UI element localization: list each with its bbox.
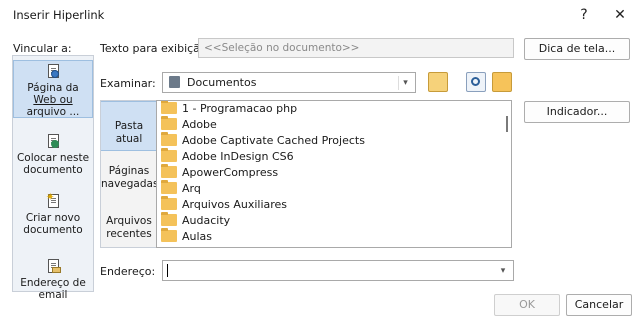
magnifier-icon bbox=[471, 77, 480, 86]
folder-icon bbox=[161, 101, 177, 114]
browse-web-icon[interactable] bbox=[466, 72, 486, 92]
tab-browsed-pages-line1: Páginas bbox=[108, 165, 150, 177]
link-to-email-address[interactable]: Endereço de email bbox=[13, 259, 93, 305]
list-item[interactable]: Arq bbox=[161, 180, 201, 197]
folder-icon bbox=[161, 180, 177, 194]
chevron-down-icon[interactable]: ▾ bbox=[496, 264, 510, 278]
link-to-place-in-document[interactable]: Colocar neste documento bbox=[13, 134, 93, 178]
display-text-label: Texto para exibição: bbox=[100, 42, 211, 55]
file-name: Arquivos Auxiliares bbox=[182, 198, 288, 211]
link-to-place-line1: Colocar neste bbox=[16, 152, 90, 164]
link-to-panel: Página da Web ou arquivo ... Colocar nes… bbox=[12, 55, 94, 301]
file-name: Aulas bbox=[182, 230, 213, 243]
web-page-icon bbox=[46, 64, 60, 80]
display-text-value: <<Seleção no documento>> bbox=[204, 42, 360, 54]
look-in-value: Documentos bbox=[187, 76, 257, 89]
display-text-field[interactable]: <<Seleção no documento>> bbox=[198, 38, 514, 58]
file-name: Adobe bbox=[182, 118, 217, 131]
up-folder-icon[interactable] bbox=[428, 72, 448, 92]
folder-icon bbox=[161, 196, 177, 210]
list-item[interactable]: Adobe InDesign CS6 bbox=[161, 148, 294, 165]
cancel-button[interactable]: Cancelar bbox=[566, 294, 632, 316]
bookmark-button[interactable]: Indicador... bbox=[524, 101, 630, 123]
link-to-new-line2: documento bbox=[23, 224, 83, 236]
file-list[interactable]: 1 - Programacao php Adobe Adobe Captivat… bbox=[156, 100, 512, 248]
file-list-scrollbar[interactable] bbox=[506, 116, 508, 132]
link-to-web-line3: arquivo ... bbox=[26, 106, 80, 118]
file-name: ApowerCompress bbox=[182, 166, 279, 179]
address-label: Endereço: bbox=[100, 265, 156, 278]
tab-recent-files[interactable]: Arquivos recentes bbox=[101, 209, 157, 249]
tab-browsed-pages[interactable]: Páginas navegadas bbox=[101, 159, 159, 199]
file-name: 1 - Programacao php bbox=[182, 102, 298, 115]
list-item[interactable]: Audacity bbox=[161, 212, 231, 229]
place-in-document-icon bbox=[46, 134, 60, 150]
close-button[interactable]: ✕ bbox=[606, 4, 634, 26]
folder-icon bbox=[161, 228, 177, 242]
link-to-email-line2: email bbox=[38, 289, 68, 301]
look-in-label: Examinar: bbox=[100, 77, 156, 90]
link-to-place-line2: documento bbox=[23, 164, 83, 176]
link-to-new-line1: Criar novo bbox=[25, 212, 81, 224]
list-item[interactable]: Arquivos Auxiliares bbox=[161, 196, 288, 213]
chevron-down-icon[interactable]: ▾ bbox=[398, 76, 412, 90]
tab-current-folder-label: Pasta atual bbox=[114, 120, 144, 145]
browse-tabs: Pasta atual Páginas navegadas Arquivos r… bbox=[100, 100, 159, 249]
documents-folder-icon bbox=[169, 76, 180, 88]
dialog-title: Inserir Hiperlink bbox=[13, 8, 105, 22]
email-address-icon bbox=[46, 259, 61, 275]
folder-icon bbox=[161, 212, 177, 226]
screentip-button[interactable]: Dica de tela... bbox=[524, 38, 630, 60]
list-item[interactable]: 1 - Programacao php bbox=[161, 101, 297, 117]
file-name: Adobe Captivate Cached Projects bbox=[182, 134, 365, 147]
list-item[interactable]: Adobe bbox=[161, 116, 217, 133]
file-name: Audacity bbox=[182, 214, 231, 227]
list-item[interactable]: Adobe Captivate Cached Projects bbox=[161, 132, 365, 149]
file-name: Adobe InDesign CS6 bbox=[182, 150, 294, 163]
help-button[interactable]: ? bbox=[570, 4, 598, 26]
folder-icon bbox=[161, 132, 177, 146]
tab-recent-files-line1: Arquivos bbox=[106, 215, 152, 227]
link-to-new-document[interactable]: ✷ Criar novo documento bbox=[13, 192, 93, 238]
link-to-email-line1: Endereço de bbox=[20, 277, 86, 289]
folder-icon bbox=[161, 116, 177, 130]
file-name: Arq bbox=[182, 182, 201, 195]
link-to-label: Vincular a: bbox=[13, 42, 72, 55]
address-field[interactable]: ▾ bbox=[162, 260, 514, 281]
folder-icon bbox=[161, 148, 177, 162]
folder-icon bbox=[161, 164, 177, 178]
look-in-dropdown[interactable]: Documentos ▾ bbox=[162, 72, 416, 93]
link-to-web-page-or-file[interactable]: Página da Web ou arquivo ... bbox=[13, 60, 93, 118]
link-to-web-line2-text: Web ou bbox=[33, 94, 73, 106]
tab-current-folder[interactable]: Pasta atual bbox=[101, 101, 157, 151]
tab-recent-files-line2: recentes bbox=[106, 228, 152, 240]
browse-file-icon[interactable] bbox=[492, 72, 512, 92]
text-cursor bbox=[167, 264, 168, 277]
ok-button[interactable]: OK bbox=[494, 294, 560, 316]
list-item[interactable]: Aulas bbox=[161, 228, 213, 245]
link-to-web-line2: Web ou bbox=[14, 94, 92, 106]
new-document-icon: ✷ bbox=[46, 192, 60, 210]
tab-browsed-pages-line2: navegadas bbox=[101, 178, 159, 190]
list-item[interactable]: ApowerCompress bbox=[161, 164, 279, 181]
link-to-web-line1: Página da bbox=[27, 82, 79, 94]
